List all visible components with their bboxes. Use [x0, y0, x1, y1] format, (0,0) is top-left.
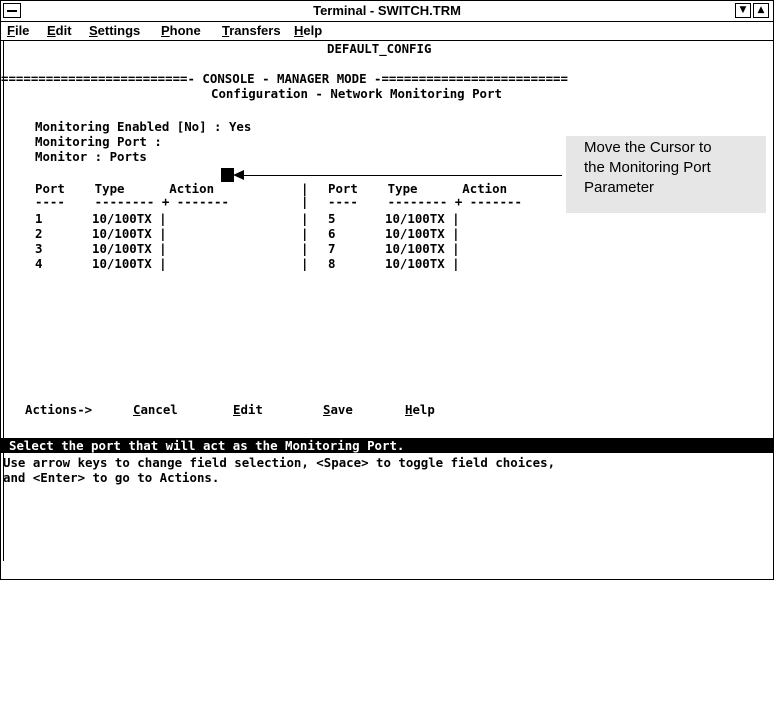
- menu-settings[interactable]: Settings: [89, 23, 140, 38]
- table-divider: |: [301, 241, 309, 256]
- table-divider: |: [301, 194, 309, 209]
- callout-box: Move the Cursor to the Monitoring Port P…: [566, 136, 766, 213]
- page-title: Configuration - Network Monitoring Port: [211, 86, 502, 101]
- table-row[interactable]: 4: [35, 256, 42, 271]
- monitoring-enabled-field[interactable]: Monitoring Enabled [No] : Yes: [35, 119, 251, 134]
- menu-transfers[interactable]: Transfers: [222, 23, 281, 38]
- terminal-window: Terminal - SWITCH.TRM ▼ ▲ File Edit Sett…: [0, 0, 774, 580]
- table-row[interactable]: 1: [35, 211, 42, 226]
- table-row-type: 10/100TX |: [92, 256, 167, 271]
- mode-line: =========================- CONSOLE - MAN…: [1, 71, 568, 86]
- table-row[interactable]: 8: [328, 256, 335, 271]
- callout-line: Parameter: [584, 179, 655, 196]
- config-name: DEFAULT_CONFIG: [327, 41, 432, 56]
- arrow-head-icon: [233, 170, 244, 180]
- table-row-type: 10/100TX |: [385, 256, 460, 271]
- maximize-button[interactable]: ▲: [753, 3, 769, 18]
- table-row[interactable]: 5: [328, 211, 335, 226]
- menu-phone[interactable]: Phone: [161, 23, 201, 38]
- help-line-2: and <Enter> to go to Actions.: [3, 470, 220, 485]
- help-line-1: Use arrow keys to change field selection…: [3, 455, 556, 470]
- table-divider: |: [301, 211, 309, 226]
- minimize-icon: ▼: [739, 5, 747, 15]
- table-row[interactable]: 3: [35, 241, 42, 256]
- table-row[interactable]: 2: [35, 226, 42, 241]
- maximize-icon: ▲: [757, 5, 765, 15]
- table-row[interactable]: 7: [328, 241, 335, 256]
- title-bar: Terminal - SWITCH.TRM ▼ ▲: [1, 1, 773, 22]
- monitoring-port-label: Monitoring Port :: [35, 134, 162, 149]
- monitor-field[interactable]: Monitor : Ports: [35, 149, 147, 164]
- menu-help[interactable]: Help: [294, 23, 322, 38]
- table-dash-left: ---- -------- + -------: [35, 194, 229, 209]
- table-row-type: 10/100TX |: [92, 241, 167, 256]
- callout-line: the Monitoring Port: [584, 159, 711, 176]
- table-dash-right: ---- -------- + -------: [328, 194, 522, 209]
- save-action[interactable]: Save: [323, 402, 353, 417]
- minimize-button[interactable]: ▼: [735, 3, 751, 18]
- table-row[interactable]: 6: [328, 226, 335, 241]
- terminal-screen[interactable]: DEFAULT_CONFIG =========================…: [1, 41, 769, 571]
- menu-bar: File Edit Settings Phone Transfers Help: [1, 22, 773, 41]
- table-row-type: 10/100TX |: [92, 226, 167, 241]
- actions-row: Actions-> Cancel Edit Save Help: [25, 402, 765, 417]
- table-row-type: 10/100TX |: [385, 241, 460, 256]
- table-row-type: 10/100TX |: [385, 211, 460, 226]
- table-row-type: 10/100TX |: [385, 226, 460, 241]
- window-title: Terminal - SWITCH.TRM: [313, 3, 461, 18]
- cancel-action[interactable]: Cancel: [133, 402, 178, 417]
- callout-line: Move the Cursor to: [584, 139, 712, 156]
- menu-file[interactable]: File: [7, 23, 29, 38]
- edit-action[interactable]: Edit: [233, 402, 263, 417]
- actions-label: Actions->: [25, 402, 93, 417]
- table-divider: |: [301, 226, 309, 241]
- callout-arrow-line: [244, 175, 562, 176]
- status-line: Select the port that will act as the Mon…: [1, 438, 773, 453]
- menu-edit[interactable]: Edit: [47, 23, 72, 38]
- table-divider: |: [301, 256, 309, 271]
- table-row-type: 10/100TX |: [92, 211, 167, 226]
- help-action[interactable]: Help: [405, 402, 435, 417]
